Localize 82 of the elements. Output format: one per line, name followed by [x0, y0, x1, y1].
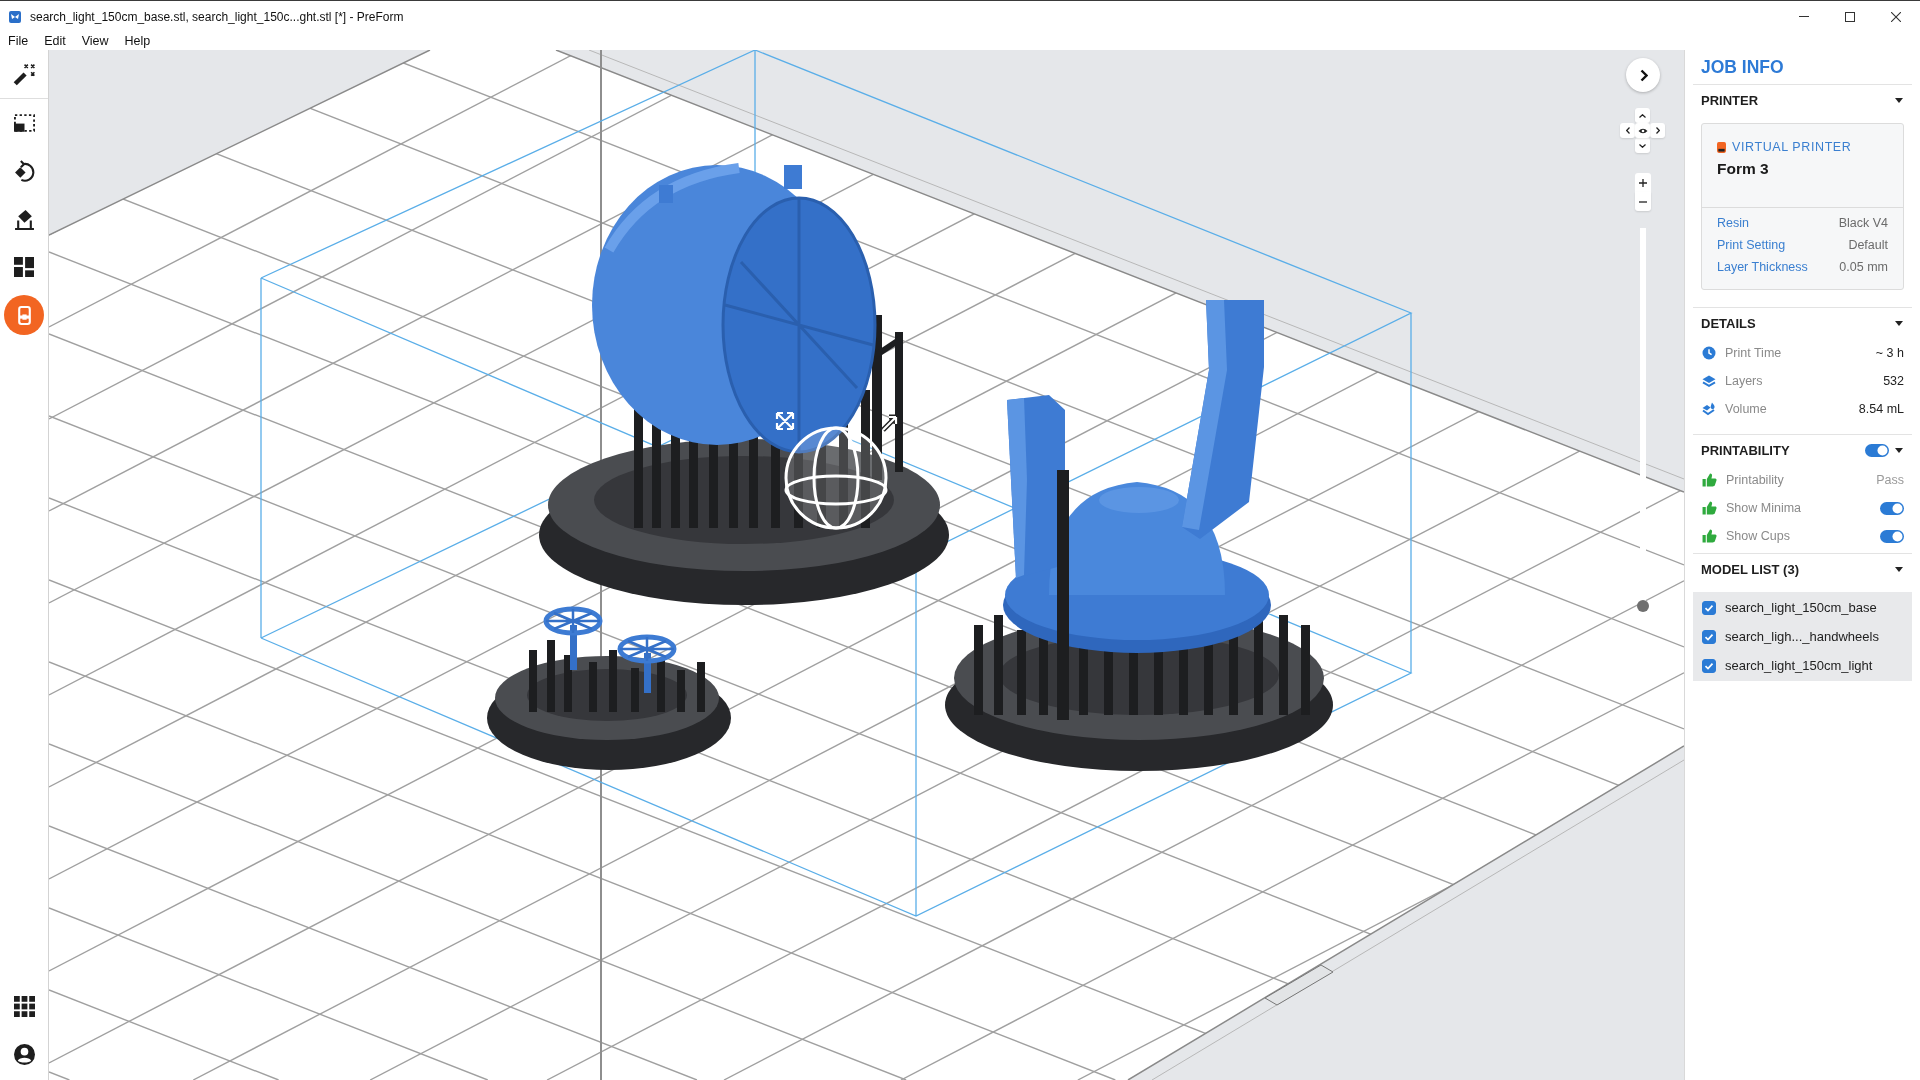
- setting-value: Default: [1848, 238, 1888, 252]
- setting-label: Print Setting: [1717, 238, 1786, 252]
- plus-icon: [1639, 178, 1647, 187]
- layout-grid-icon: [14, 257, 34, 277]
- toggle-switch[interactable]: [1880, 529, 1904, 543]
- chevron-up-icon: [1639, 113, 1646, 118]
- volume-drop-icon: [1702, 402, 1716, 416]
- setting-label: Layer Thickness: [1717, 260, 1808, 274]
- panel-title: JOB INFO: [1693, 50, 1912, 85]
- layer-slider[interactable]: [1637, 228, 1649, 612]
- printer-status-icon: [1717, 141, 1726, 153]
- pan-left-button[interactable]: [1620, 123, 1635, 138]
- magic-wand-icon: [13, 62, 35, 86]
- rotation-gizmo[interactable]: [784, 426, 888, 530]
- thumbs-up-icon: [1702, 501, 1717, 515]
- setting-value: 0.05 mm: [1839, 260, 1888, 274]
- print-button[interactable]: [4, 295, 44, 335]
- detail-label: Print Time: [1725, 346, 1782, 360]
- printability-label: Show Minima: [1726, 501, 1802, 515]
- menu-item[interactable]: File: [0, 32, 37, 50]
- toggle-switch[interactable]: [1865, 444, 1889, 457]
- checkbox[interactable]: [1702, 629, 1716, 644]
- checkbox[interactable]: [1702, 600, 1716, 615]
- printability-status: Pass: [1876, 473, 1904, 487]
- pan-up-button[interactable]: [1635, 108, 1650, 123]
- menu-item[interactable]: View: [73, 32, 117, 50]
- detail-value: 532: [1883, 374, 1904, 388]
- support-stand-icon: [13, 208, 35, 230]
- rotate-icon: [13, 160, 35, 182]
- clock-icon: [1702, 346, 1716, 360]
- section-heading: PRINTABILITY: [1701, 443, 1790, 458]
- resize-arrows-icon[interactable]: [775, 411, 795, 431]
- section-heading: MODEL LIST (3): [1701, 562, 1799, 577]
- menu-item[interactable]: Help: [116, 32, 159, 50]
- model-name[interactable]: search_ligh..._handwheels: [1725, 629, 1879, 644]
- section-heading: DETAILS: [1701, 316, 1756, 331]
- layers-icon: [1702, 374, 1716, 388]
- menu-item[interactable]: Edit: [36, 32, 74, 50]
- pan-down-button[interactable]: [1635, 138, 1650, 153]
- maximize-icon: [1845, 11, 1855, 22]
- setting-label: Resin: [1717, 216, 1749, 230]
- detail-value: 8.54 mL: [1858, 402, 1904, 416]
- move-arrow-icon[interactable]: [880, 414, 899, 433]
- view-button[interactable]: [1635, 123, 1650, 138]
- model-name[interactable]: search_light_150cm_base: [1725, 600, 1877, 615]
- zoom-in-button[interactable]: [1635, 173, 1651, 192]
- printer-card[interactable]: VIRTUAL PRINTER Form 3 Resin Black V4 Print Setting Default Layer Thickness 0.05 mm: [1701, 123, 1904, 290]
- eye-icon: [1637, 127, 1648, 134]
- caret-icon[interactable]: [1895, 448, 1903, 453]
- selection-icon: [13, 114, 35, 132]
- chevron-right-icon: [1655, 127, 1660, 134]
- window-title: search_light_150cm_base.stl, search_light_150c...ght.stl [*] - PreForm: [30, 9, 404, 24]
- printability-label: Show Cups: [1726, 529, 1790, 543]
- printer-icon: [17, 305, 31, 325]
- app-logo-icon: [9, 10, 21, 23]
- printer-name: Form 3: [1717, 160, 1770, 178]
- toggle-switch[interactable]: [1880, 501, 1904, 515]
- minus-icon: [1639, 200, 1647, 203]
- checkbox[interactable]: [1702, 658, 1716, 673]
- chevron-right-icon: [1640, 68, 1648, 82]
- minimize-icon: [1799, 16, 1809, 17]
- model-name[interactable]: search_light_150cm_light: [1725, 658, 1873, 673]
- detail-value: ~ 3 h: [1875, 346, 1904, 360]
- apps-grid-icon: [13, 995, 35, 1017]
- detail-label: Layers: [1725, 374, 1763, 388]
- thumbs-up-icon: [1702, 529, 1717, 543]
- zoom-out-button[interactable]: [1635, 192, 1651, 211]
- printability-label: Printability: [1726, 473, 1784, 487]
- detail-label: Volume: [1725, 402, 1767, 416]
- account-icon: [13, 1043, 35, 1065]
- chevron-left-icon: [1625, 127, 1630, 134]
- setting-value: Black V4: [1838, 216, 1888, 230]
- caret-icon[interactable]: [1895, 321, 1903, 326]
- front-edge-marker: [1264, 964, 1334, 1006]
- caret-icon[interactable]: [1895, 567, 1903, 572]
- section-heading: PRINTER: [1701, 93, 1759, 108]
- caret-icon[interactable]: [1895, 98, 1903, 103]
- pan-right-button[interactable]: [1650, 123, 1665, 138]
- chevron-down-icon: [1639, 143, 1646, 148]
- close-icon: [1891, 11, 1901, 22]
- printer-type-label: VIRTUAL PRINTER: [1732, 140, 1852, 154]
- thumbs-up-icon: [1702, 473, 1717, 487]
